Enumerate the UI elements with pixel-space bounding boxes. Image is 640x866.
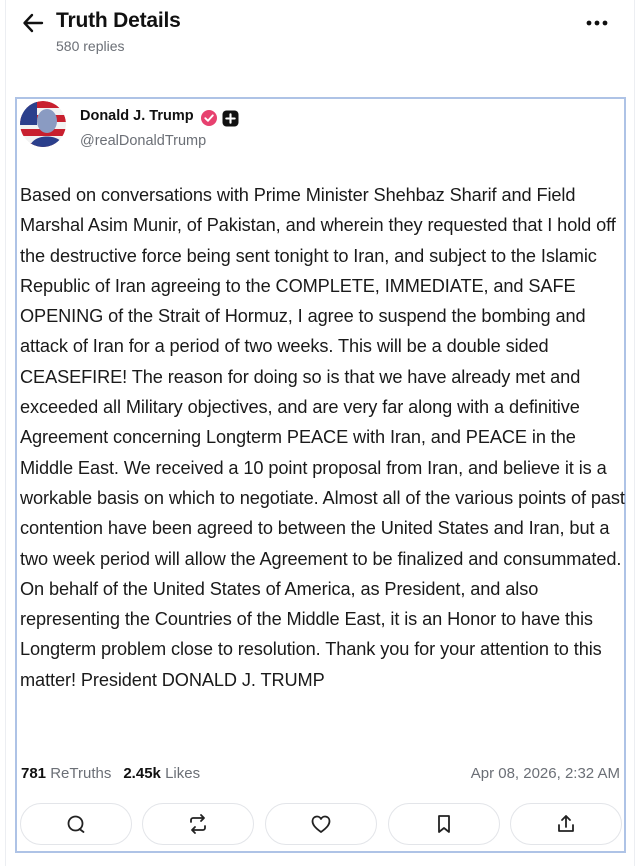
back-arrow-icon[interactable]: [22, 12, 44, 34]
likes-stat[interactable]: 2.45k Likes: [123, 765, 200, 782]
author-name[interactable]: Donald J. Trump: [80, 108, 194, 124]
retruth-icon: [190, 814, 206, 834]
verified-badge-icon: [201, 110, 217, 126]
reply-count: 580 replies: [56, 38, 125, 54]
likes-label: Likes: [165, 765, 201, 782]
likes-count: 2.45k: [123, 765, 161, 782]
post-body: Based on conversations with Prime Minist…: [20, 185, 625, 690]
post-stats: 781 ReTruths 2.45k Likes: [21, 765, 200, 782]
page-title: Truth Details: [56, 9, 181, 32]
like-button[interactable]: [265, 803, 377, 845]
avatar[interactable]: [20, 101, 66, 147]
reply-icon: [67, 815, 85, 833]
bookmark-button[interactable]: [388, 803, 500, 845]
like-icon: [311, 815, 331, 833]
retruth-button[interactable]: [142, 803, 254, 845]
share-button[interactable]: [510, 803, 622, 845]
more-options-icon[interactable]: [584, 12, 610, 34]
share-icon: [558, 815, 574, 832]
bookmark-icon: [438, 815, 450, 833]
post-timestamp: Apr 08, 2026, 2:32 AM: [470, 765, 620, 782]
retruths-count: 781: [21, 765, 47, 782]
plus-badge-icon: [222, 110, 239, 127]
author-handle[interactable]: @realDonaldTrump: [80, 133, 206, 149]
header: Truth Details 580 replies: [0, 0, 640, 90]
retruths-label: ReTruths: [50, 765, 112, 782]
reply-button[interactable]: [20, 803, 132, 845]
retruths-stat[interactable]: 781 ReTruths: [21, 765, 111, 782]
